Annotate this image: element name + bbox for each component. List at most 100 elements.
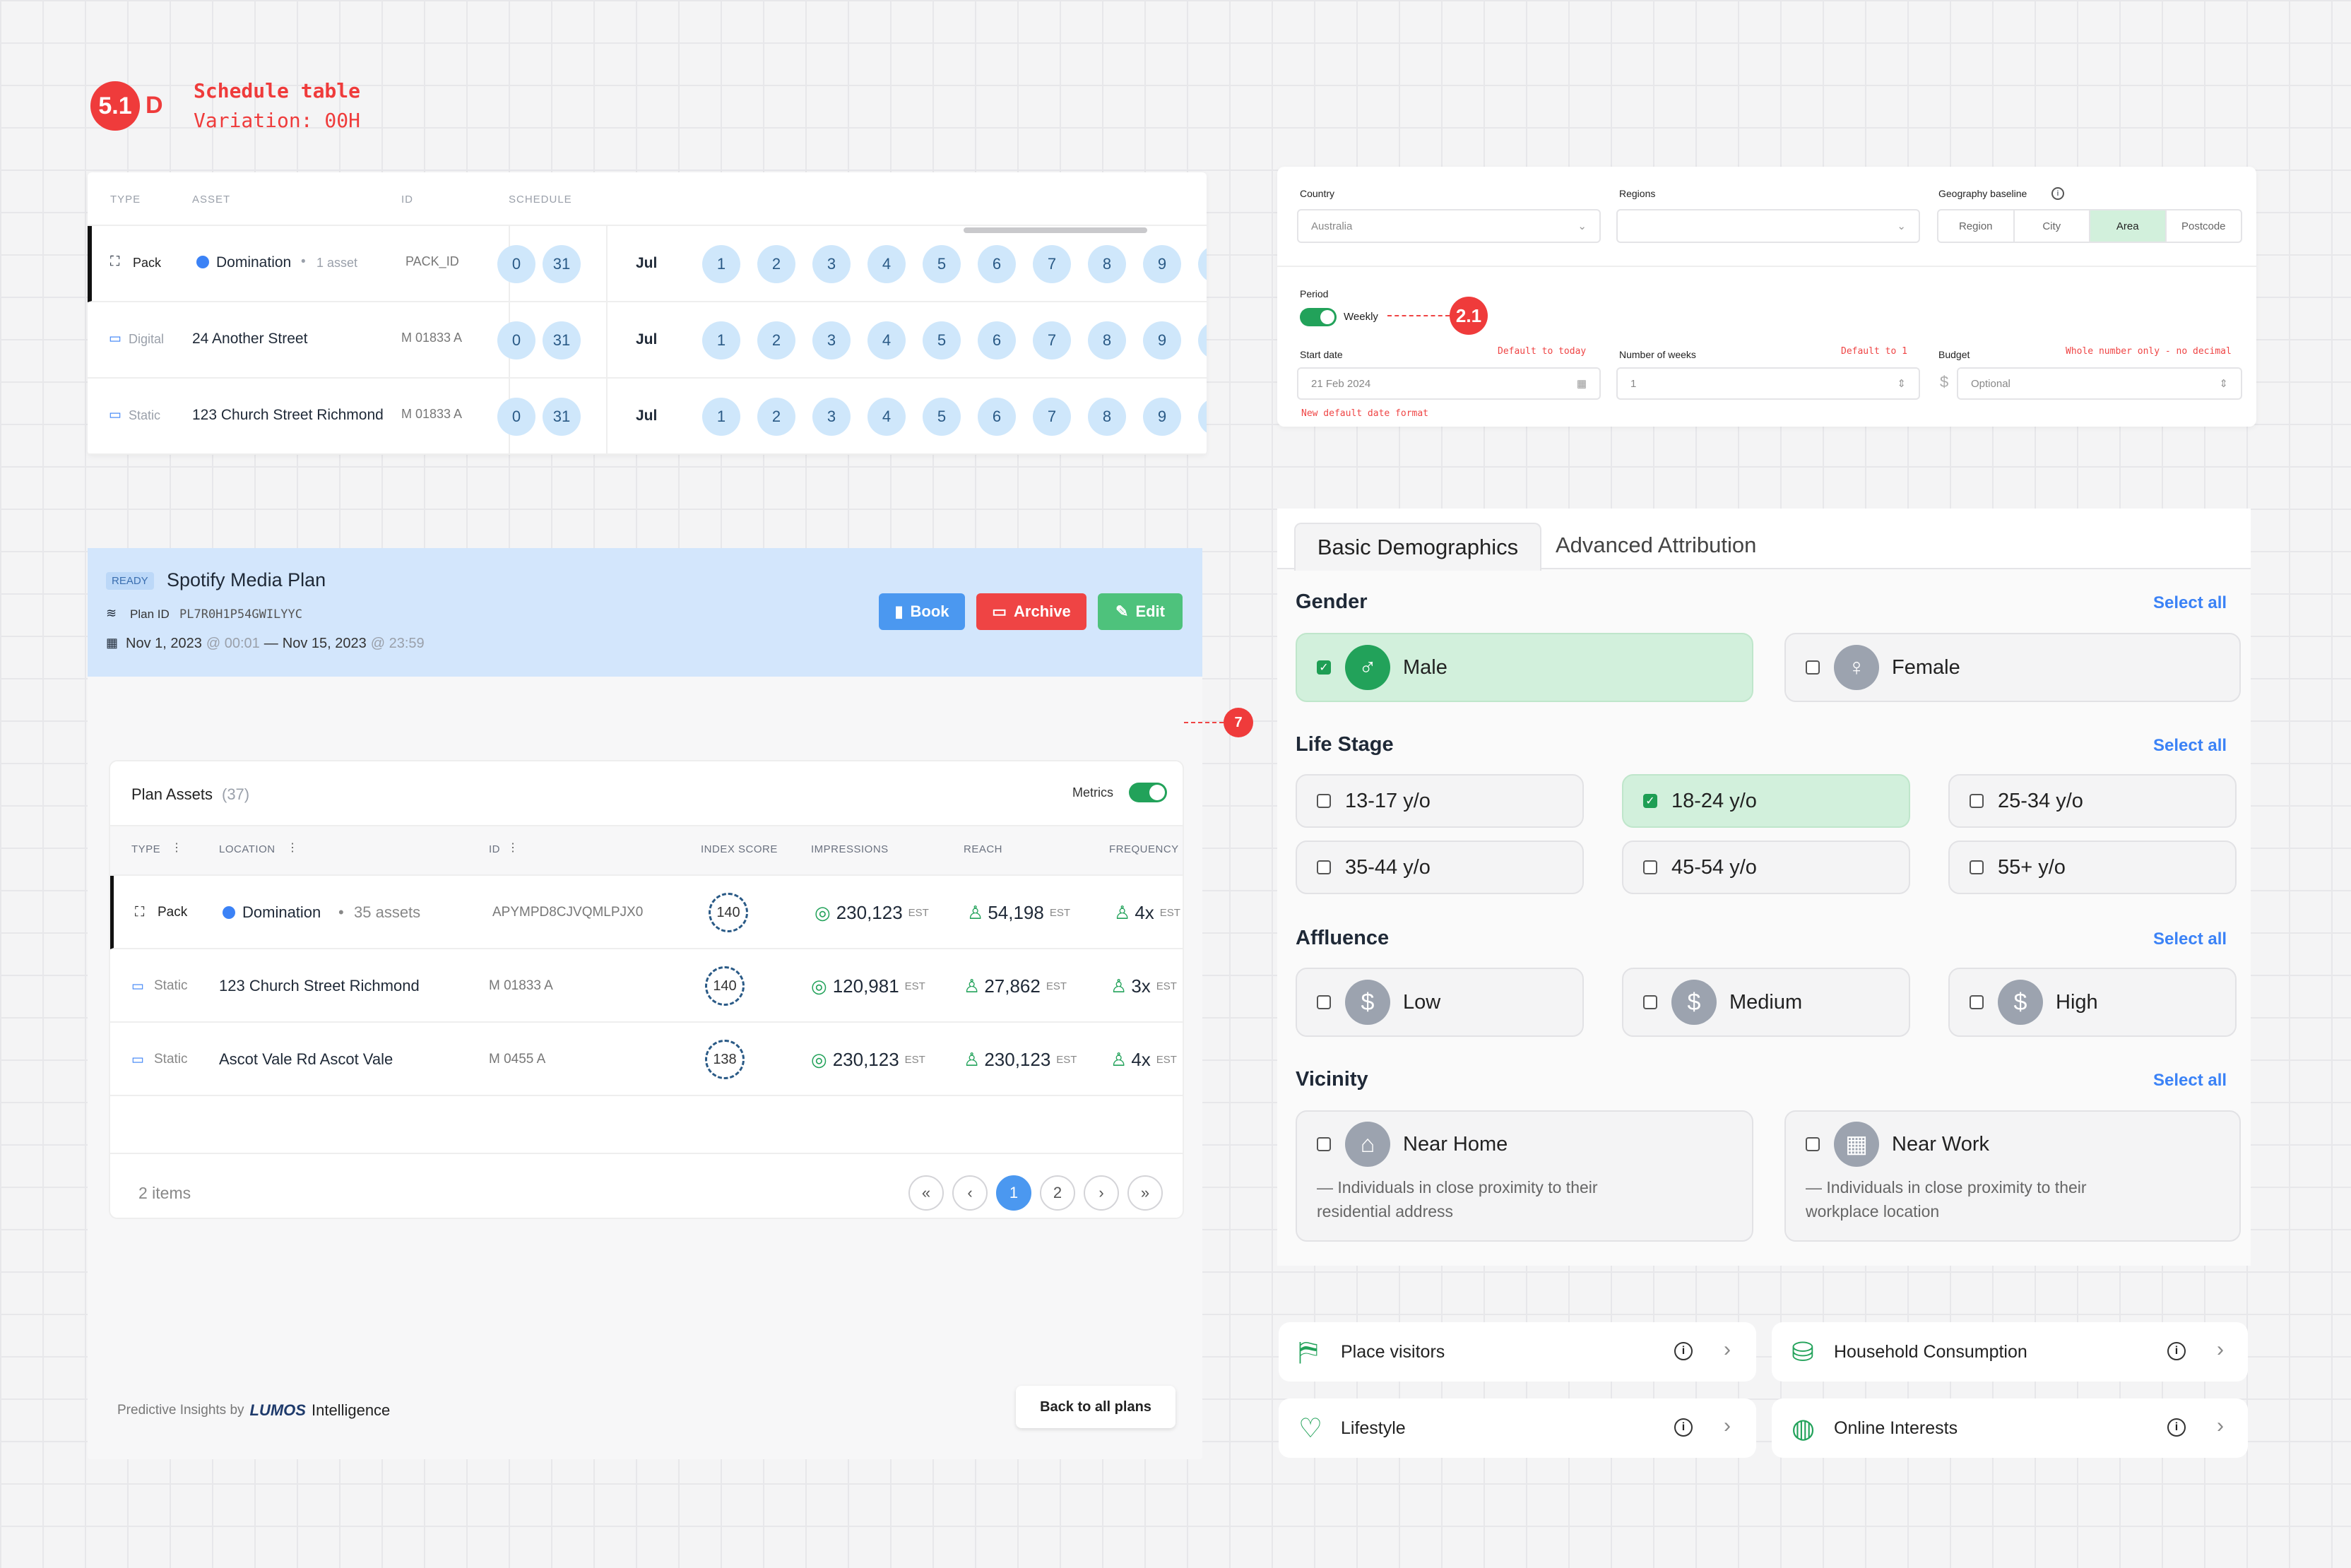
weeks-stepper[interactable]: 1 ⇕ [1616,367,1920,400]
info-icon[interactable]: i [2051,187,2064,200]
select-all-life-stage[interactable]: Select all [2153,736,2227,756]
chevron-right-icon[interactable]: › [2217,1338,2224,1362]
checkbox[interactable] [1970,860,1984,874]
kebab-icon[interactable]: ⋮ [171,841,182,855]
chevron-right-icon[interactable]: › [1724,1414,1731,1438]
category-place-visitors[interactable]: ⛿ Place visitors i › [1279,1322,1756,1382]
checkbox[interactable] [1643,995,1657,1009]
last-page-button[interactable]: » [1127,1175,1163,1211]
option-high[interactable]: $ High [1948,968,2237,1037]
day-bubble[interactable]: 7 [1033,321,1071,360]
info-icon[interactable]: i [2167,1342,2186,1360]
day-bubble[interactable]: 9 [1143,398,1181,436]
day-bubble[interactable]: 10 [1198,245,1207,283]
day-bubble[interactable]: 6 [978,245,1016,283]
metrics-toggle[interactable] [1129,783,1167,802]
option-medium[interactable]: $ Medium [1622,968,1910,1037]
page-1[interactable]: 1 [996,1175,1031,1211]
checkbox[interactable] [1317,1137,1331,1151]
day-bubble[interactable]: 4 [867,321,906,360]
checkbox[interactable] [1317,995,1331,1009]
option-male[interactable]: ✓ ♂ Male [1296,633,1753,702]
day-bubble[interactable]: 4 [867,398,906,436]
option-13-17[interactable]: 13-17 y/o [1296,774,1584,828]
geo-area[interactable]: Area [2090,210,2167,242]
kebab-icon[interactable]: ⋮ [287,841,298,855]
back-to-all-plans-button[interactable]: Back to all plans [1016,1386,1176,1428]
day-bubble[interactable]: 1 [702,321,740,360]
col-type[interactable]: TYPE [131,843,160,855]
geo-city[interactable]: City [2015,210,2090,242]
next-page-button[interactable]: › [1084,1175,1119,1211]
day-bubble[interactable]: 31 [543,321,581,360]
option-55-plus[interactable]: 55+ y/o [1948,841,2237,894]
day-bubble[interactable]: 8 [1088,321,1126,360]
col-id[interactable]: ID [489,843,500,855]
checkbox[interactable] [1970,995,1984,1009]
category-household-consumption[interactable]: ⛁ Household Consumption i › [1772,1322,2248,1382]
day-bubble[interactable]: 9 [1143,321,1181,360]
day-bubble[interactable]: 5 [923,398,961,436]
day-bubble[interactable]: 31 [543,245,581,283]
kebab-icon[interactable]: ⋮ [507,841,519,855]
day-bubble[interactable]: 5 [923,321,961,360]
option-45-54[interactable]: 45-54 y/o [1622,841,1910,894]
option-near-home[interactable]: ⌂ Near Home — Individuals in close proxim… [1296,1110,1753,1242]
option-female[interactable]: ♀ Female [1784,633,2241,702]
table-row[interactable]: ▭ Static 123 Church Street Richmond M 01833… [110,949,1183,1023]
option-18-24[interactable]: ✓ 18-24 y/o [1622,774,1910,828]
day-bubble[interactable]: 3 [812,245,851,283]
checkbox[interactable]: ✓ [1317,660,1331,675]
category-lifestyle[interactable]: ♡ Lifestyle i › [1279,1398,1756,1458]
day-bubble[interactable]: 2 [757,398,795,436]
day-bubble[interactable]: 0 [497,245,535,283]
chevron-right-icon[interactable]: › [1724,1338,1731,1362]
table-row[interactable]: ▭ Static Ascot Vale Rd Ascot Vale M 0455 A 1… [110,1023,1183,1096]
day-bubble[interactable]: 6 [978,321,1016,360]
day-bubble[interactable]: 2 [757,245,795,283]
stepper-icon[interactable]: ⇕ [1897,377,1906,390]
period-toggle[interactable] [1300,308,1337,326]
tab-basic-demographics[interactable]: Basic Demographics [1294,523,1541,571]
day-bubble[interactable]: 0 [497,321,535,360]
country-select[interactable]: Australia ⌄ [1297,209,1601,243]
select-all-vicinity[interactable]: Select all [2153,1071,2227,1091]
select-all-gender[interactable]: Select all [2153,593,2227,613]
option-near-work[interactable]: ▦ Near Work — Individuals in close proxim… [1784,1110,2241,1242]
checkbox[interactable] [1970,794,1984,808]
prev-page-button[interactable]: ‹ [952,1175,988,1211]
budget-input[interactable]: Optional ⇕ [1957,367,2242,400]
option-35-44[interactable]: 35-44 y/o [1296,841,1584,894]
col-location[interactable]: LOCATION [219,843,276,855]
regions-select[interactable]: ⌄ [1616,209,1920,243]
category-online-interests[interactable]: ◍ Online Interests i › [1772,1398,2248,1458]
archive-button[interactable]: ▭ Archive [976,593,1086,630]
start-date-input[interactable]: 21 Feb 2024 ▦ [1297,367,1601,400]
day-bubble[interactable]: 3 [812,321,851,360]
stepper-icon[interactable]: ⇕ [2219,377,2228,390]
day-bubble[interactable]: 1 [702,245,740,283]
day-bubble[interactable]: 3 [812,398,851,436]
day-bubble[interactable]: 6 [978,398,1016,436]
select-all-affluence[interactable]: Select all [2153,929,2227,949]
checkbox[interactable]: ✓ [1643,794,1657,808]
info-icon[interactable]: i [1674,1418,1693,1437]
day-bubble[interactable]: 5 [923,245,961,283]
day-bubble[interactable]: 7 [1033,398,1071,436]
day-bubble[interactable]: 31 [543,398,581,436]
page-2[interactable]: 2 [1040,1175,1075,1211]
day-bubble[interactable]: 8 [1088,398,1126,436]
day-bubble[interactable]: 0 [497,398,535,436]
geo-postcode[interactable]: Postcode [2167,210,2242,242]
option-25-34[interactable]: 25-34 y/o [1948,774,2237,828]
info-icon[interactable]: i [2167,1418,2186,1437]
checkbox[interactable] [1806,1137,1820,1151]
geo-region[interactable]: Region [1938,210,2015,242]
checkbox[interactable] [1317,860,1331,874]
day-bubble[interactable]: 7 [1033,245,1071,283]
day-bubble[interactable]: 10 [1198,398,1207,436]
table-row[interactable]: ⛶ Pack Domination • 35 assets APYMPD8CJVQMLPJ… [110,876,1183,949]
calendar-icon[interactable]: ▦ [1577,377,1587,390]
day-bubble[interactable]: 8 [1088,245,1126,283]
chevron-right-icon[interactable]: › [2217,1414,2224,1438]
